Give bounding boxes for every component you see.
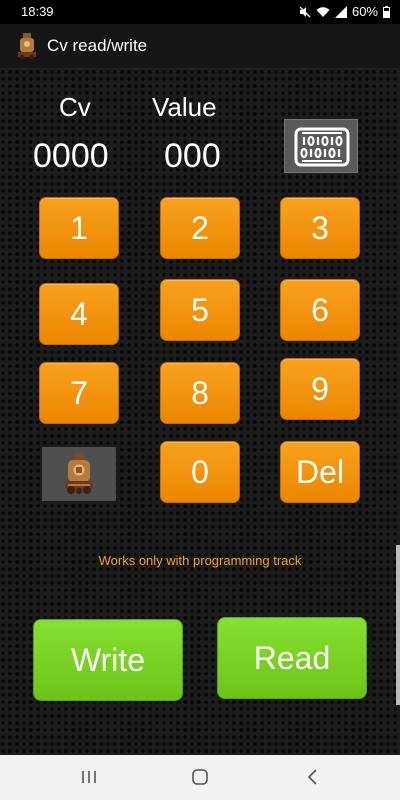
programming-track-note: Works only with programming track bbox=[98, 553, 302, 568]
cv-label: Cv bbox=[59, 92, 91, 122]
key-1[interactable]: 1 bbox=[39, 197, 119, 259]
key-0[interactable]: 0 bbox=[160, 441, 240, 503]
value-display: 000 bbox=[164, 137, 221, 175]
key-8[interactable]: 8 bbox=[160, 362, 240, 424]
key-9[interactable]: 9 bbox=[280, 358, 360, 420]
wifi-icon bbox=[316, 6, 330, 17]
app-bar: Cv read/write bbox=[0, 24, 400, 69]
app-title: Cv read/write bbox=[47, 36, 148, 55]
key-3[interactable]: 3 bbox=[280, 197, 360, 259]
locomotive-icon bbox=[18, 33, 36, 60]
scrollbar[interactable] bbox=[396, 545, 400, 705]
locomotive-button[interactable] bbox=[42, 447, 116, 501]
status-time: 18:39 bbox=[21, 4, 54, 19]
cv-display: 0000 bbox=[33, 137, 109, 175]
recent-apps-icon[interactable] bbox=[80, 768, 98, 786]
key-7[interactable]: 7 bbox=[39, 362, 119, 424]
key-6[interactable]: 6 bbox=[280, 279, 360, 341]
system-nav-bar bbox=[0, 755, 400, 800]
status-bar: 18:39 60% bbox=[0, 0, 400, 24]
battery-percent: 60% bbox=[351, 4, 378, 19]
signal-icon bbox=[334, 5, 347, 18]
delete-button[interactable]: Del bbox=[280, 441, 360, 503]
status-icons: 60% bbox=[299, 4, 390, 19]
binary-icon bbox=[294, 127, 350, 167]
battery-icon bbox=[383, 5, 390, 18]
binary-toggle-button[interactable] bbox=[284, 119, 358, 173]
key-4[interactable]: 4 bbox=[39, 283, 119, 345]
write-button[interactable]: Write bbox=[33, 619, 183, 701]
value-label: Value bbox=[152, 92, 217, 122]
locomotive-icon bbox=[65, 453, 93, 494]
mute-icon bbox=[299, 6, 311, 17]
key-5[interactable]: 5 bbox=[160, 279, 240, 341]
back-icon[interactable] bbox=[304, 768, 322, 786]
read-button[interactable]: Read bbox=[217, 617, 367, 699]
key-2[interactable]: 2 bbox=[160, 197, 240, 259]
home-icon[interactable] bbox=[191, 768, 209, 786]
